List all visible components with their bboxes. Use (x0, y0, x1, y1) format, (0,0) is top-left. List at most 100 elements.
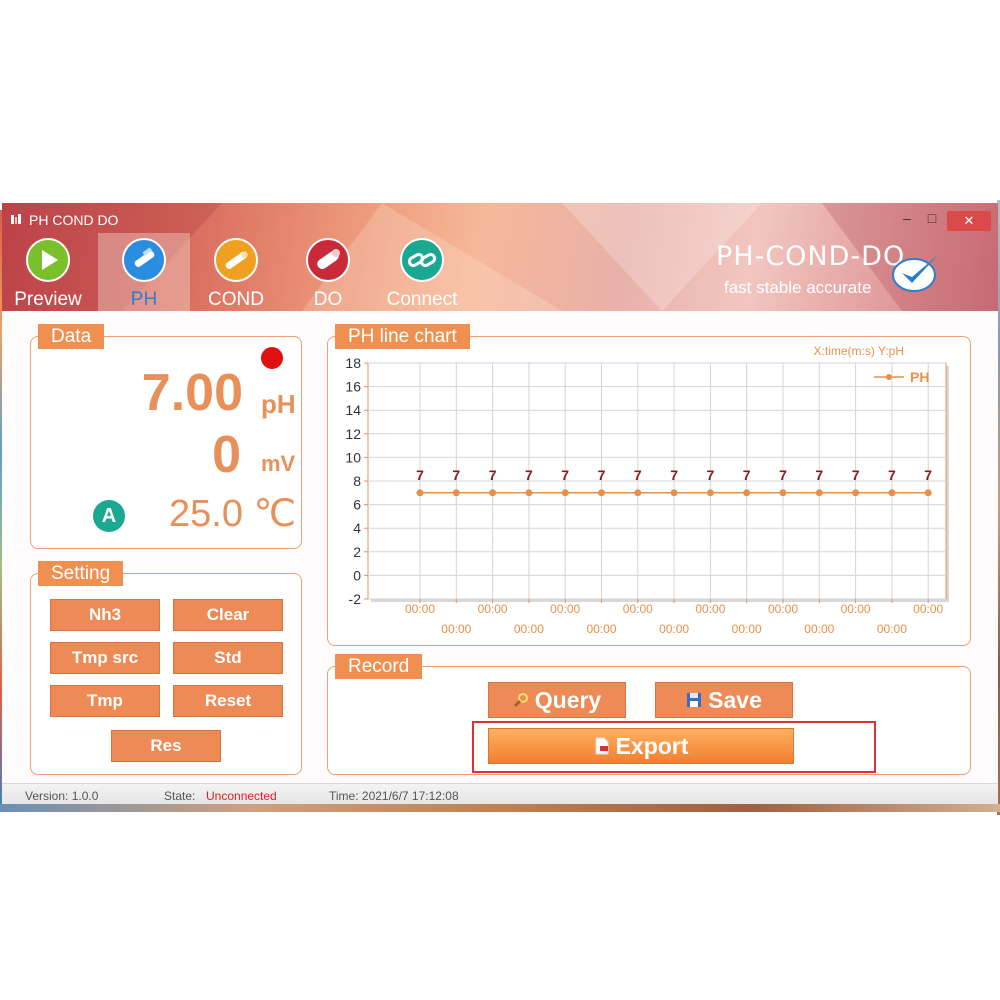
title-bar: PH COND DO – □ ✕ (2, 203, 998, 233)
x-tick-label: 00:00 (695, 602, 725, 616)
tab-label: Connect (386, 289, 458, 310)
data-label: 7 (888, 467, 896, 483)
data-point (779, 489, 787, 497)
x-tick-label: 00:00 (768, 602, 798, 616)
x-tick-label: 00:00 (586, 622, 616, 636)
x-tick-label: 00:00 (514, 622, 544, 636)
y-tick-label: -2 (349, 591, 362, 607)
tab-do[interactable]: DO (282, 233, 374, 311)
mv-unit: mV (261, 451, 296, 476)
data-point (924, 489, 932, 497)
status-bar: Version: 1.0.0 State: Unconnected Time: … (2, 783, 998, 806)
x-tick-label: 00:00 (841, 602, 871, 616)
maximize-button[interactable]: □ (924, 211, 940, 225)
brand-name: PH-COND-DO (716, 241, 906, 272)
tmp-button[interactable]: Tmp (50, 685, 160, 717)
mv-value: 0 (212, 426, 241, 484)
clear-button[interactable]: Clear (173, 599, 283, 631)
data-point (815, 489, 823, 497)
ph-line-chart: 18 16 14 12 10 8 6 4 2 0 -2 00:00 00:00 00:00 00:00 00:… (345, 344, 949, 636)
data-label: 7 (852, 467, 860, 483)
temp-mode-badge: A (93, 500, 125, 532)
res-button[interactable]: Res (111, 730, 221, 762)
data-point (670, 489, 678, 497)
cond-probe-icon (214, 238, 258, 282)
header: PH COND DO – □ ✕ Preview PH COND DO Conn… (2, 203, 998, 311)
legend-marker (886, 374, 892, 380)
y-tick-label: 14 (345, 402, 361, 418)
window-title: PH COND DO (29, 212, 119, 228)
magnifier-icon (513, 692, 528, 707)
x-tick-label: 00:00 (804, 622, 834, 636)
data-label: 7 (489, 467, 497, 483)
x-tick-label: 00:00 (732, 622, 762, 636)
tab-label: DO (313, 289, 343, 310)
chart-panel: 18 16 14 12 10 8 6 4 2 0 -2 00:00 00:00 00:00 00:00 00:… (327, 324, 971, 646)
data-label: 7 (743, 467, 751, 483)
close-button[interactable]: ✕ (947, 211, 991, 231)
y-tick-label: 16 (345, 379, 361, 395)
data-point (489, 489, 497, 497)
data-label: 7 (634, 467, 642, 483)
brand-tagline: fast stable accurate (724, 278, 872, 297)
save-label: Save (708, 687, 762, 713)
y-tick-label: 6 (353, 497, 361, 513)
data-panel: Data 7.00 pH 0 mV A 25.0 ℃ (30, 324, 302, 549)
reset-button[interactable]: Reset (173, 685, 283, 717)
data-label: 7 (525, 467, 533, 483)
y-tick-label: 12 (345, 426, 361, 442)
play-icon (26, 238, 70, 282)
version-text: Version: 1.0.0 (25, 789, 99, 803)
ph-value: 7.00 (141, 364, 243, 422)
y-tick-label: 10 (345, 449, 361, 465)
data-point (852, 489, 860, 497)
state-value: Unconnected (206, 789, 277, 803)
data-point (888, 489, 896, 497)
tab-cond[interactable]: COND (190, 233, 282, 311)
temperature-value: 25.0 ℃ (169, 493, 297, 535)
ph-unit: pH (261, 389, 296, 419)
data-point (634, 489, 642, 497)
time-text: Time: 2021/6/7 17:12:08 (329, 789, 459, 803)
x-tick-label: 00:00 (478, 602, 508, 616)
desktop-background-strip (0, 804, 1000, 812)
tmp-src-button[interactable]: Tmp src (50, 642, 160, 674)
data-label: 7 (561, 467, 569, 483)
tab-preview[interactable]: Preview (2, 233, 94, 311)
tab-ph[interactable]: PH (98, 233, 190, 311)
x-tick-label: 00:00 (877, 622, 907, 636)
y-tick-label: 2 (353, 544, 361, 560)
data-label: 7 (416, 467, 424, 483)
query-label: Query (534, 687, 602, 713)
state-label: State: (164, 789, 196, 803)
checkmark-icon (892, 255, 938, 292)
std-button[interactable]: Std (173, 642, 283, 674)
data-point (452, 489, 460, 497)
query-button[interactable]: Query (488, 682, 626, 718)
y-tick-label: 0 (353, 567, 361, 583)
setting-panel: Setting Nh3 Clear Tmp src Std Tmp Reset … (30, 561, 302, 775)
export-highlight-box (472, 721, 876, 773)
status-indicator (261, 347, 283, 369)
x-tick-label: 00:00 (550, 602, 580, 616)
data-label: 7 (452, 467, 460, 483)
link-icon (400, 238, 444, 282)
y-tick-label: 4 (353, 520, 361, 536)
nh3-button[interactable]: Nh3 (50, 599, 160, 631)
data-label: 7 (670, 467, 678, 483)
data-label: 7 (815, 467, 823, 483)
data-label: 7 (924, 467, 932, 483)
panel-title: Record (335, 654, 423, 679)
x-tick-label: 00:00 (441, 622, 471, 636)
data-point (743, 489, 751, 497)
legend-label: PH (910, 369, 929, 385)
tab-label: PH (130, 289, 158, 310)
data-point (525, 489, 533, 497)
floppy-disk-icon (687, 692, 702, 707)
minimize-button[interactable]: – (899, 211, 915, 225)
panel-title: PH line chart (335, 324, 470, 349)
tab-connect[interactable]: Connect (374, 233, 470, 311)
save-button[interactable]: Save (655, 682, 793, 718)
tab-label: Preview (14, 289, 82, 310)
y-tick-label: 18 (345, 355, 361, 371)
